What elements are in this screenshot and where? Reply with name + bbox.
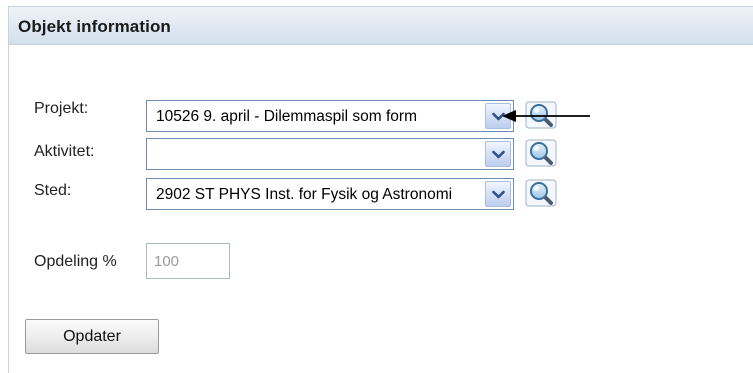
update-button[interactable]: Opdater xyxy=(25,319,159,354)
panel-header: Objekt information xyxy=(9,7,753,45)
aktivitet-lookup-magnifier-icon[interactable] xyxy=(525,139,557,167)
projekt-select[interactable]: 10526 9. april - Dilemmaspil som form xyxy=(146,100,514,132)
chevron-down-icon xyxy=(492,150,505,159)
aktivitet-select[interactable] xyxy=(146,138,514,170)
sted-select-value: 2902 ST PHYS Inst. for Fysik og Astronom… xyxy=(156,186,453,203)
aktivitet-label: Aktivitet: xyxy=(34,143,95,160)
aktivitet-dropdown-button[interactable] xyxy=(485,141,511,167)
opdeling-label: Opdeling % xyxy=(34,253,117,270)
chevron-down-icon xyxy=(492,190,505,199)
opdeling-input-value: 100 xyxy=(154,253,180,270)
opdeling-input[interactable]: 100 xyxy=(146,243,230,279)
sted-dropdown-button[interactable] xyxy=(485,181,511,207)
arrow-left-icon xyxy=(502,110,590,122)
panel-title: Objekt information xyxy=(18,17,171,36)
sted-select[interactable]: 2902 ST PHYS Inst. for Fysik og Astronom… xyxy=(146,178,514,210)
projekt-label: Projekt: xyxy=(34,100,89,117)
sted-lookup-magnifier-icon[interactable] xyxy=(525,179,557,207)
sted-label: Sted: xyxy=(34,182,72,199)
projekt-select-value: 10526 9. april - Dilemmaspil som form xyxy=(156,108,418,125)
